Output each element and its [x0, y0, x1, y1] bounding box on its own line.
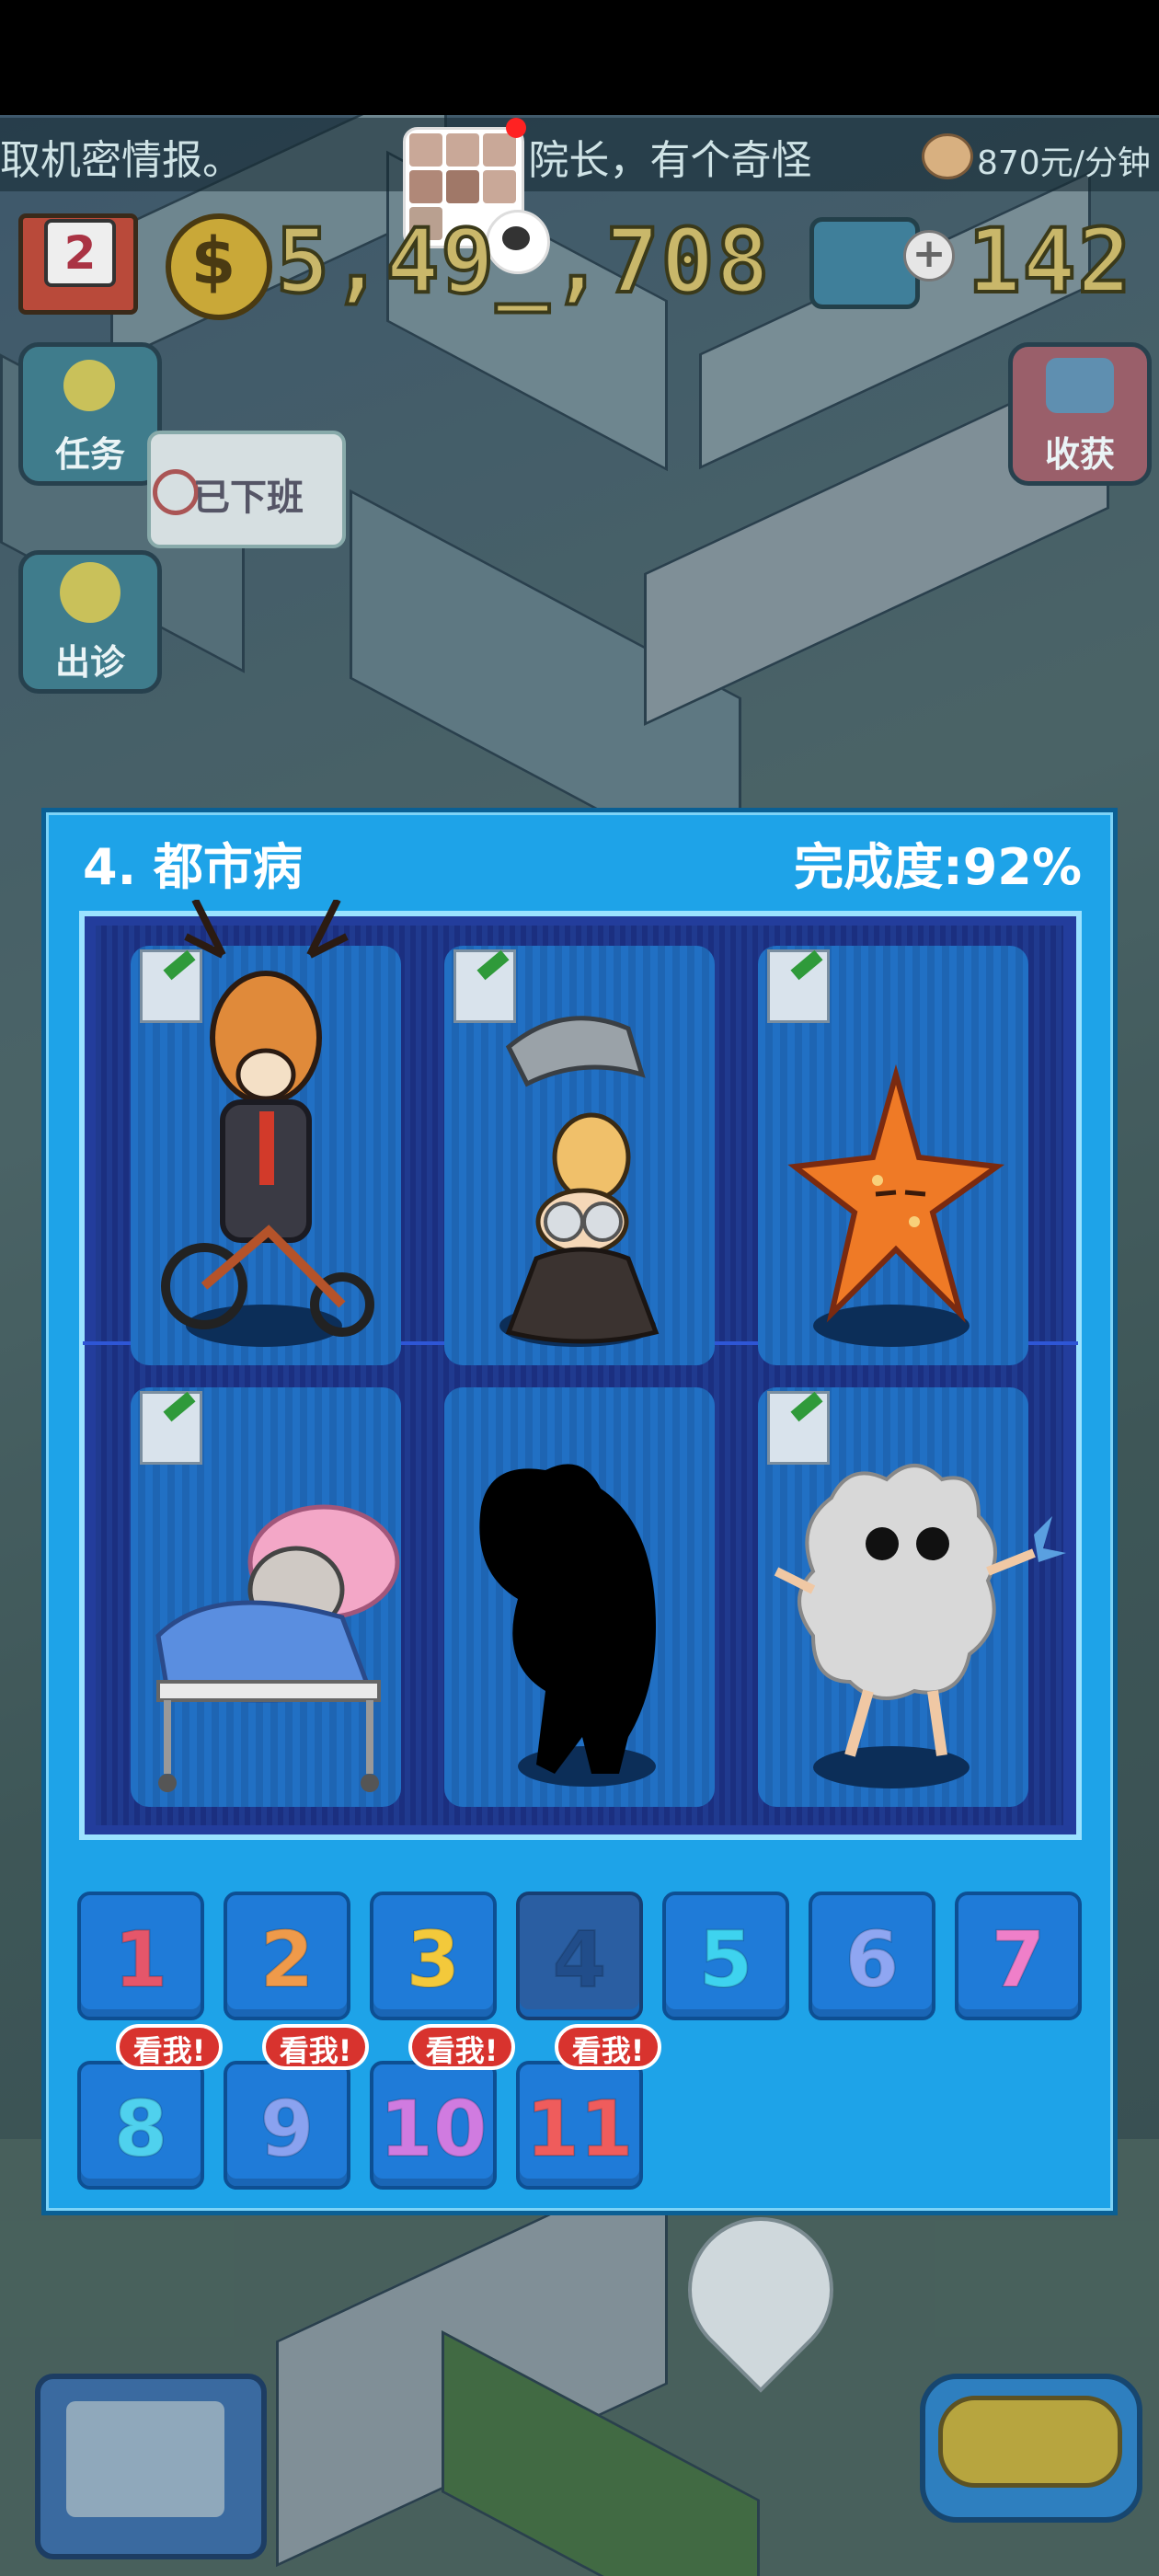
harvest-label: 收获 [1044, 434, 1115, 475]
card-mermaid-with-dolphin[interactable] [444, 946, 715, 1365]
album-tab-8[interactable]: 8 [77, 2061, 204, 2190]
lightbulb-icon [63, 360, 115, 411]
cloud-character-icon [774, 1464, 1066, 1757]
tab-number: 4 [552, 1914, 607, 2006]
card-cloud-creature[interactable] [758, 1387, 1066, 1807]
harvest-button[interactable]: 收获 [1008, 342, 1152, 486]
fish-tank-icon [809, 217, 920, 309]
notification-dot [506, 118, 526, 138]
cat-bus-window [938, 2396, 1122, 2488]
thumbnail-image [483, 133, 516, 167]
album-tab-10[interactable]: 10 [370, 2061, 497, 2190]
thumbnail-image [446, 133, 479, 167]
thumbnail-image [409, 170, 442, 203]
stethoscope-icon [153, 469, 199, 515]
watch-me-badge[interactable]: 看我! [262, 2024, 369, 2070]
mystery-silhouette-icon [479, 1464, 656, 1774]
card-sloth-in-bed[interactable] [131, 1387, 401, 1807]
thumbnail-image [483, 170, 516, 203]
thumbnail-image [446, 170, 479, 203]
tab-number: 7 [991, 1914, 1046, 2006]
album-tab-5[interactable]: 5 [662, 1892, 789, 2020]
watch-me-badge[interactable]: 看我! [408, 2024, 515, 2070]
watch-me-badge[interactable]: 看我! [555, 2024, 661, 2070]
album-tab-4-active[interactable]: 4 [516, 1892, 643, 2020]
cat-face-icon [66, 2401, 224, 2517]
ticker-message: 取机密情报。 [0, 137, 243, 182]
coin-count: 5,49_,708 [274, 208, 772, 315]
task-label: 任务 [54, 434, 125, 475]
thumbnail-image [409, 133, 442, 167]
starfish-character-icon [787, 1064, 1005, 1324]
deer-character-icon [161, 900, 374, 1337]
album-tab-1[interactable]: 1 [77, 1892, 204, 2020]
card-starfish[interactable] [758, 946, 1028, 1365]
sloth-character-icon [155, 1504, 400, 1792]
house-call-label: 出诊 [54, 642, 125, 683]
album-tab-9[interactable]: 9 [224, 2061, 350, 2190]
gem-count: 142 [966, 208, 1133, 315]
player-level: 2 [44, 219, 116, 287]
tab-number: 8 [113, 2083, 168, 2175]
album-tab-7[interactable]: 7 [955, 1892, 1082, 2020]
ambulance-icon [60, 562, 120, 623]
tab-number: 2 [259, 1914, 315, 2006]
tab-number: 10 [379, 2083, 488, 2175]
house-call-button[interactable]: 出诊 [18, 550, 162, 694]
album-tab-3[interactable]: 3 [370, 1892, 497, 2020]
card-silhouette-locked[interactable] [444, 1387, 715, 1807]
album-tab-2[interactable]: 2 [224, 1892, 350, 2020]
tab-number: 11 [525, 2083, 635, 2175]
status-bar [0, 0, 1159, 115]
flying-figure-icon [1046, 358, 1114, 413]
watch-me-badge[interactable]: 看我! [116, 2024, 223, 2070]
tab-number: 9 [259, 2083, 315, 2175]
collection-title: 4. 都市病 [83, 838, 303, 896]
tab-number: 5 [698, 1914, 753, 2006]
album-tab-11[interactable]: 11 [516, 2061, 643, 2190]
task-button[interactable]: 任务 [18, 342, 162, 486]
completion-progress: 完成度:92% [794, 838, 1082, 896]
tab-number: 6 [844, 1914, 900, 2006]
mermaid-character-icon [505, 1016, 660, 1344]
coin-symbol: $ [190, 224, 236, 299]
card-deer-on-tricycle[interactable] [131, 900, 401, 1365]
album-tab-6[interactable]: 6 [809, 1892, 935, 2020]
tab-number: 3 [406, 1914, 461, 2006]
tab-number: 1 [113, 1914, 168, 2006]
off-duty-label: 已下班 [193, 477, 304, 519]
income-rate: 870元/分钟 [977, 144, 1151, 182]
piggy-bank-icon [922, 133, 973, 179]
add-gems-button[interactable]: + [903, 230, 955, 282]
